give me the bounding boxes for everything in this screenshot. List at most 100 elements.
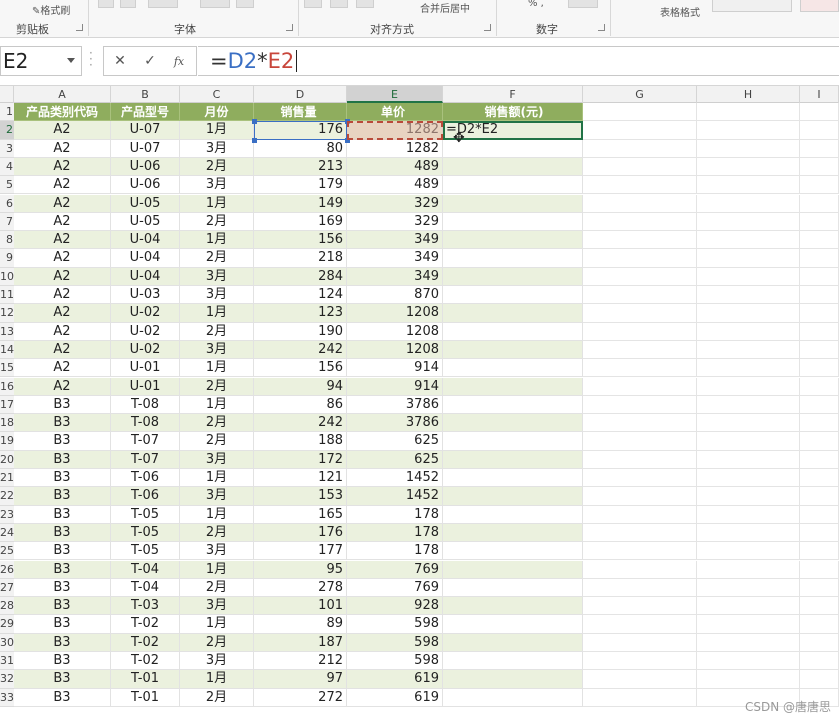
cell-f10[interactable] bbox=[443, 267, 583, 286]
cell-f28[interactable] bbox=[443, 597, 583, 616]
cell-b18[interactable]: T-08 bbox=[111, 414, 180, 433]
cell-g20[interactable] bbox=[583, 450, 697, 469]
column-header-c[interactable]: C bbox=[180, 86, 254, 103]
cell-f21[interactable] bbox=[443, 469, 583, 488]
cell-a12[interactable]: A2 bbox=[14, 304, 111, 323]
cell-c23[interactable]: 1月 bbox=[180, 505, 254, 524]
cell-i8[interactable] bbox=[800, 231, 839, 250]
cell-b32[interactable]: T-01 bbox=[111, 670, 180, 689]
cell-c27[interactable]: 2月 bbox=[180, 578, 254, 598]
cell-i23[interactable] bbox=[800, 505, 839, 524]
cell-a16[interactable]: A2 bbox=[14, 377, 111, 396]
cell-f14[interactable] bbox=[443, 340, 583, 360]
cell-c22[interactable]: 3月 bbox=[180, 487, 254, 506]
cell-h4[interactable] bbox=[697, 157, 800, 177]
row-header-1[interactable]: 1 bbox=[0, 103, 14, 122]
cell-h3[interactable] bbox=[697, 139, 800, 158]
resize-dots-icon[interactable]: · · · bbox=[89, 47, 93, 72]
cell-e24[interactable]: 178 bbox=[347, 523, 443, 543]
cell-a23[interactable]: B3 bbox=[14, 505, 111, 524]
cell-i20[interactable] bbox=[800, 450, 839, 469]
cell-e15[interactable]: 914 bbox=[347, 359, 443, 378]
cell-b19[interactable]: T-07 bbox=[111, 432, 180, 451]
cell-f17[interactable] bbox=[443, 395, 583, 415]
cell-c7[interactable]: 2月 bbox=[180, 212, 254, 232]
cell-b9[interactable]: U-04 bbox=[111, 249, 180, 268]
column-header-f[interactable]: F bbox=[443, 86, 583, 103]
cell-b10[interactable]: U-04 bbox=[111, 267, 180, 286]
row-header-21[interactable]: 21 bbox=[0, 469, 14, 488]
cell-h13[interactable] bbox=[697, 322, 800, 341]
cell-d31[interactable]: 212 bbox=[254, 652, 347, 671]
cell-d3[interactable]: 80 bbox=[254, 139, 347, 158]
row-header-23[interactable]: 23 bbox=[0, 505, 14, 524]
cell-h28[interactable] bbox=[697, 597, 800, 616]
cell-d14[interactable]: 242 bbox=[254, 340, 347, 360]
cell-a32[interactable]: B3 bbox=[14, 670, 111, 689]
cell-c25[interactable]: 3月 bbox=[180, 542, 254, 561]
cell-g7[interactable] bbox=[583, 212, 697, 232]
cell-e23[interactable]: 178 bbox=[347, 505, 443, 524]
cell-c19[interactable]: 2月 bbox=[180, 432, 254, 451]
percent-button[interactable]: % , bbox=[528, 0, 544, 9]
cell-a27[interactable]: B3 bbox=[14, 578, 111, 598]
cell-g30[interactable] bbox=[583, 633, 697, 652]
cell-d24[interactable]: 176 bbox=[254, 523, 347, 543]
cell-c12[interactable]: 1月 bbox=[180, 304, 254, 323]
cell-a13[interactable]: A2 bbox=[14, 322, 111, 341]
cell-e2[interactable]: 1282 bbox=[347, 121, 443, 140]
cell-b27[interactable]: T-04 bbox=[111, 578, 180, 598]
row-header-6[interactable]: 6 bbox=[0, 194, 14, 213]
number-launcher-icon[interactable] bbox=[598, 24, 605, 31]
cell-a22[interactable]: B3 bbox=[14, 487, 111, 506]
cell-f22[interactable] bbox=[443, 487, 583, 506]
cell-h21[interactable] bbox=[697, 469, 800, 488]
cell-c6[interactable]: 1月 bbox=[180, 194, 254, 213]
border-button[interactable] bbox=[148, 0, 178, 8]
table-header-cell[interactable]: 月份 bbox=[180, 103, 254, 122]
cell-a8[interactable]: A2 bbox=[14, 231, 111, 250]
cell-i27[interactable] bbox=[800, 578, 839, 598]
cell-e31[interactable]: 598 bbox=[347, 652, 443, 671]
cell-i26[interactable] bbox=[800, 560, 839, 579]
cell-e14[interactable]: 1208 bbox=[347, 340, 443, 360]
cell-d27[interactable]: 278 bbox=[254, 578, 347, 598]
cell-f15[interactable] bbox=[443, 359, 583, 378]
cell-a19[interactable]: B3 bbox=[14, 432, 111, 451]
cell-h27[interactable] bbox=[697, 578, 800, 598]
cell-h26[interactable] bbox=[697, 560, 800, 579]
row-header-33[interactable]: 33 bbox=[0, 688, 14, 707]
cell-a5[interactable]: A2 bbox=[14, 176, 111, 195]
cell-i18[interactable] bbox=[800, 414, 839, 433]
cell-a9[interactable]: A2 bbox=[14, 249, 111, 268]
cell-c2[interactable]: 1月 bbox=[180, 121, 254, 140]
cell-c13[interactable]: 2月 bbox=[180, 322, 254, 341]
align-center-button[interactable] bbox=[330, 0, 348, 8]
cell-c18[interactable]: 2月 bbox=[180, 414, 254, 433]
cell-e6[interactable]: 329 bbox=[347, 194, 443, 213]
cell-h18[interactable] bbox=[697, 414, 800, 433]
cell-e12[interactable]: 1208 bbox=[347, 304, 443, 323]
cell-g32[interactable] bbox=[583, 670, 697, 689]
cell-g8[interactable] bbox=[583, 231, 697, 250]
row-header-27[interactable]: 27 bbox=[0, 578, 14, 598]
cell-g14[interactable] bbox=[583, 340, 697, 360]
cell-h5[interactable] bbox=[697, 176, 800, 195]
cell-f27[interactable] bbox=[443, 578, 583, 598]
confirm-icon[interactable]: ✓ bbox=[139, 48, 161, 74]
cell-e8[interactable]: 349 bbox=[347, 231, 443, 250]
cell-b13[interactable]: U-02 bbox=[111, 322, 180, 341]
cell-h20[interactable] bbox=[697, 450, 800, 469]
cell-c31[interactable]: 3月 bbox=[180, 652, 254, 671]
cell-f12[interactable] bbox=[443, 304, 583, 323]
cell-f6[interactable] bbox=[443, 194, 583, 213]
cell-d26[interactable]: 95 bbox=[254, 560, 347, 579]
cell-d19[interactable]: 188 bbox=[254, 432, 347, 451]
cell-a29[interactable]: B3 bbox=[14, 615, 111, 634]
cell-b22[interactable]: T-06 bbox=[111, 487, 180, 506]
cell-d8[interactable]: 156 bbox=[254, 231, 347, 250]
cell-e10[interactable]: 349 bbox=[347, 267, 443, 286]
row-header-8[interactable]: 8 bbox=[0, 231, 14, 250]
cell-h19[interactable] bbox=[697, 432, 800, 451]
cell-f26[interactable] bbox=[443, 560, 583, 579]
